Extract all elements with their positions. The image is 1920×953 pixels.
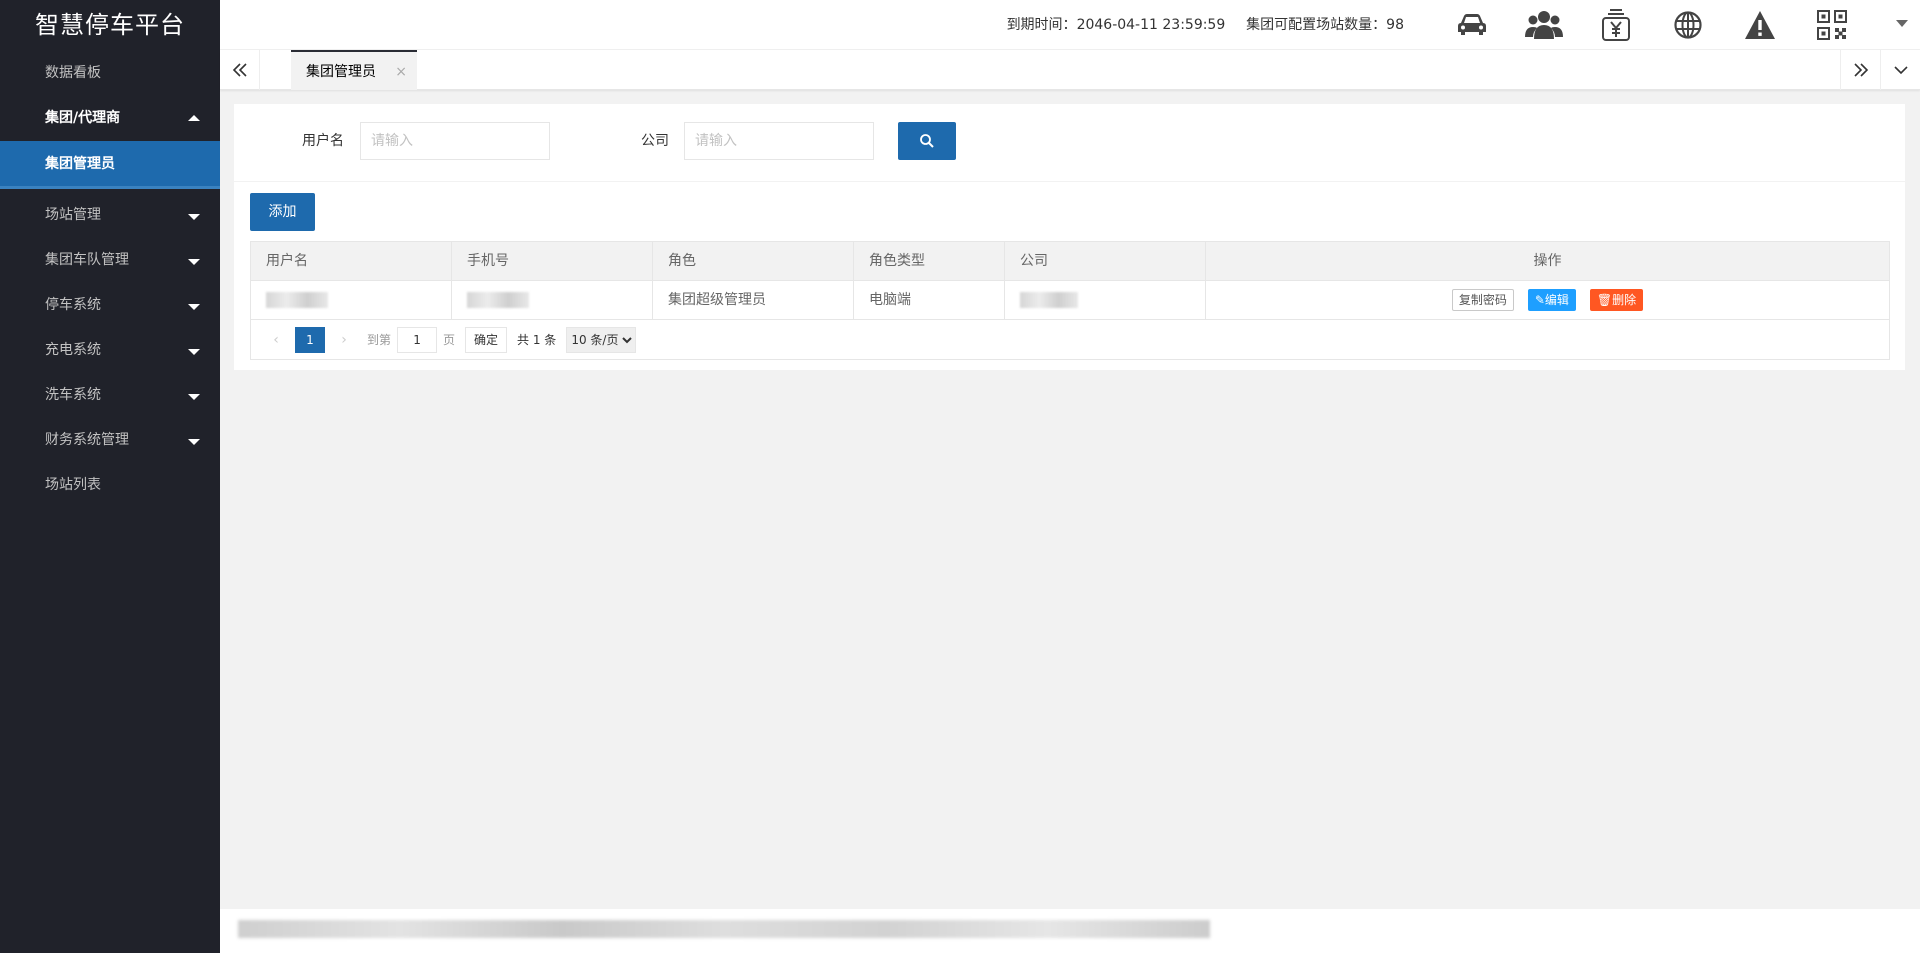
stations-value: 98 xyxy=(1386,17,1404,33)
role-type-cell: 电脑端 xyxy=(854,281,1005,319)
page-size-select[interactable]: 10 条/页 xyxy=(566,326,637,353)
sidebar-item-label: 集团车队管理 xyxy=(45,252,129,268)
goto-page-input[interactable] xyxy=(397,326,438,353)
sidebar-item-carwash-system[interactable]: 洗车系统 xyxy=(0,373,220,418)
admin-table: 用户名 手机号 角色 角色类型 公司 操作 集团超级管理员 电脑端 复制密码 ✎… xyxy=(250,241,1890,360)
stations-label: 集团可配置场站数量： xyxy=(1246,17,1387,33)
search-icon xyxy=(920,134,934,148)
copy-password-button[interactable]: 复制密码 xyxy=(1451,289,1514,311)
caret-down-icon xyxy=(188,303,200,310)
delete-label: 删除 xyxy=(1612,293,1637,307)
page-unit-label: 页 xyxy=(443,333,456,347)
role-cell: 集团超级管理员 xyxy=(653,281,854,319)
edit-button[interactable]: ✎编辑 xyxy=(1527,289,1576,311)
pencil-icon: ✎ xyxy=(1534,293,1545,307)
table-header: 用户名 手机号 角色 角色类型 公司 操作 xyxy=(251,242,1889,281)
sidebar-item-label: 场站管理 xyxy=(45,207,101,223)
car-icon[interactable] xyxy=(1436,0,1508,50)
globe-icon[interactable] xyxy=(1652,0,1724,50)
username-label: 用户名 xyxy=(302,133,344,149)
tab-bar: 集团管理员 × xyxy=(220,50,1920,90)
sidebar-item-label: 洗车系统 xyxy=(45,387,101,403)
tab-options-button[interactable] xyxy=(1880,50,1920,90)
sidebar-item-station-management[interactable]: 场站管理 xyxy=(0,193,220,238)
column-header: 用户名 xyxy=(251,242,452,280)
username-input[interactable] xyxy=(360,122,550,160)
search-form: 用户名 公司 xyxy=(234,104,1905,182)
column-header: 角色 xyxy=(653,242,854,280)
double-chevron-right-icon xyxy=(1853,63,1868,77)
caret-down-icon xyxy=(188,393,200,400)
double-chevron-left-icon xyxy=(232,63,247,77)
confirm-page-button[interactable]: 确定 xyxy=(465,326,508,353)
column-header: 公司 xyxy=(1005,242,1206,280)
footer xyxy=(220,909,1920,953)
sidebar-item-parking-system[interactable]: 停车系统 xyxy=(0,283,220,328)
sidebar-item-label: 集团/代理商 xyxy=(45,110,121,126)
company-input[interactable] xyxy=(684,122,874,160)
sidebar-item-group-admin[interactable]: 集团管理员 xyxy=(0,141,220,189)
company-cell xyxy=(1005,281,1206,319)
scroll-tabs-left-button[interactable] xyxy=(220,50,260,90)
goto-label: 到第 xyxy=(367,333,392,347)
caret-down-icon xyxy=(188,258,200,265)
phone-cell xyxy=(452,281,653,319)
column-header: 操作 xyxy=(1533,253,1562,269)
tab-group-admin[interactable]: 集团管理员 × xyxy=(291,50,417,90)
sidebar-item-station-list[interactable]: 场站列表 xyxy=(0,463,220,508)
edit-label: 编辑 xyxy=(1544,293,1569,307)
delete-button[interactable]: 🗑删除 xyxy=(1589,289,1644,311)
sidebar-item-label: 财务系统管理 xyxy=(45,432,129,448)
company-label: 公司 xyxy=(641,133,669,149)
users-icon[interactable] xyxy=(1508,0,1580,50)
total-count: 共 1 条 xyxy=(517,333,557,347)
actions-cell: 复制密码 ✎编辑 🗑删除 xyxy=(1206,281,1889,319)
sidebar-item-label: 停车系统 xyxy=(45,297,101,313)
add-button[interactable]: 添加 xyxy=(250,193,315,231)
tab-label: 集团管理员 xyxy=(306,64,376,80)
sidebar-item-fleet-management[interactable]: 集团车队管理 xyxy=(0,238,220,283)
close-icon[interactable]: × xyxy=(395,52,407,92)
page-number-current[interactable]: 1 xyxy=(295,326,325,353)
caret-down-icon xyxy=(188,213,200,220)
sidebar-item-label: 充电系统 xyxy=(45,342,101,358)
expire-value: 2046-04-11 23:59:59 xyxy=(1076,17,1226,33)
redacted-text xyxy=(1020,292,1078,308)
table-row: 集团超级管理员 电脑端 复制密码 ✎编辑 🗑删除 xyxy=(251,281,1889,320)
chevron-down-icon xyxy=(1893,66,1908,75)
app-logo: 智慧停车平台 xyxy=(35,11,185,39)
redacted-footer-text xyxy=(238,920,1210,938)
next-page-button[interactable]: › xyxy=(331,332,357,348)
caret-down-icon xyxy=(188,348,200,355)
scroll-tabs-right-button[interactable] xyxy=(1840,50,1880,90)
trash-icon: 🗑 xyxy=(1596,293,1613,307)
sidebar-item-finance-management[interactable]: 财务系统管理 xyxy=(0,418,220,463)
main-card: 用户名 公司 添加 用户名 手机号 角色 角色类型 公司 操作 集团超级管理员 … xyxy=(234,104,1905,370)
qrcode-icon[interactable] xyxy=(1796,0,1868,50)
header-icons xyxy=(1436,0,1868,50)
pagination: ‹ 1 › 到第 页 确定 共 1 条 10 条/页 xyxy=(251,320,1889,359)
column-header: 角色类型 xyxy=(854,242,1005,280)
prev-page-button[interactable]: ‹ xyxy=(263,332,289,348)
column-header: 手机号 xyxy=(452,242,653,280)
sidebar: 智慧停车平台 数据看板 集团/代理商 集团管理员 场站管理 集团车队管理 停车系… xyxy=(0,0,220,953)
expire-label: 到期时间： xyxy=(1006,17,1077,33)
sidebar-item-charging-system[interactable]: 充电系统 xyxy=(0,328,220,373)
top-header: 到期时间：2046-04-11 23:59:59 集团可配置场站数量：98 xyxy=(220,0,1920,50)
username-cell xyxy=(251,281,452,319)
redacted-text xyxy=(266,292,328,308)
sidebar-item-group-agent[interactable]: 集团/代理商 xyxy=(0,96,220,141)
redacted-text xyxy=(467,292,529,308)
search-button[interactable] xyxy=(898,122,956,160)
header-info: 到期时间：2046-04-11 23:59:59 集团可配置场站数量：98 xyxy=(1007,0,1404,50)
caret-up-icon xyxy=(188,114,200,121)
caret-down-icon xyxy=(188,438,200,445)
warning-icon[interactable] xyxy=(1724,0,1796,50)
header-more-dropdown[interactable] xyxy=(1896,20,1908,27)
sidebar-item-dashboard[interactable]: 数据看板 xyxy=(0,51,220,96)
yen-bag-icon[interactable] xyxy=(1580,0,1652,50)
